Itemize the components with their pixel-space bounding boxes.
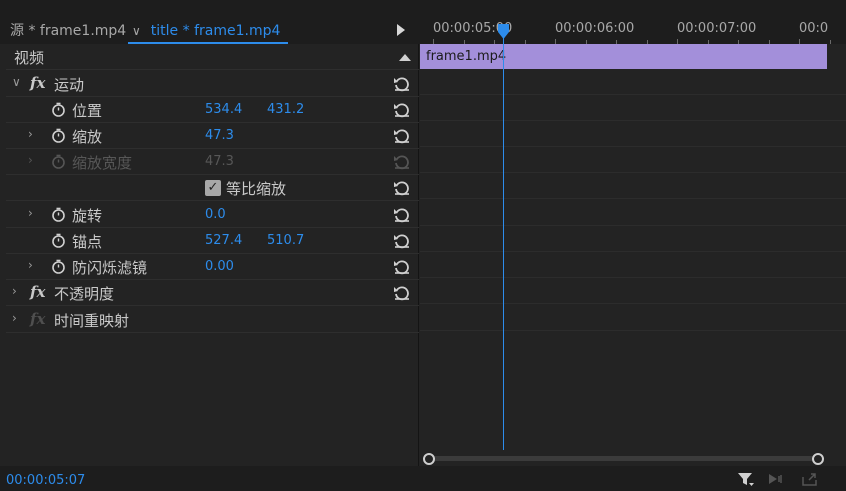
stopwatch-icon[interactable] <box>51 233 66 248</box>
chevron-right-icon[interactable]: › <box>12 284 17 298</box>
property-label: 旋转 <box>72 207 103 225</box>
chevron-down-icon[interactable]: ∨ <box>132 24 141 38</box>
property-row-rotation: › 旋转 0.0 <box>6 202 419 228</box>
export-icon <box>802 473 817 486</box>
position-y-value[interactable]: 431.2 <box>267 102 304 117</box>
property-row-anchor-point: 锚点 527.4 510.7 <box>6 228 419 254</box>
fx-icon[interactable]: fx <box>30 283 45 301</box>
ruler-label: 00:00:07:00 <box>677 21 757 36</box>
timeline-row <box>420 173 846 199</box>
tab-effect-controls-label: title * frame1.mp4 <box>150 23 281 39</box>
reset-icon[interactable] <box>392 126 412 144</box>
reset-icon[interactable] <box>392 257 412 275</box>
section-header-label: 视频 <box>14 49 45 67</box>
play-only-triangle-icon[interactable] <box>397 24 405 36</box>
play-audio-icon <box>769 474 782 484</box>
stopwatch-icon[interactable] <box>51 259 66 274</box>
effect-row-opacity[interactable]: › fx 不透明度 <box>6 280 419 306</box>
chevron-down-icon[interactable]: ∨ <box>12 75 21 89</box>
uniform-scale-checkbox[interactable]: ✓ <box>205 180 221 196</box>
timeline-clip[interactable]: frame1.mp4 <box>420 44 827 69</box>
tab-source[interactable]: 源 * frame1.mp4 <box>10 18 126 44</box>
timeline-row <box>420 95 846 121</box>
filter-icon[interactable] <box>737 471 755 487</box>
property-label: 缩放宽度 <box>72 154 133 172</box>
effect-row-motion[interactable]: ∨ fx 运动 <box>6 71 419 97</box>
property-label: 位置 <box>72 102 103 120</box>
timeline-row <box>420 278 846 304</box>
anti-flicker-value[interactable]: 0.00 <box>205 259 234 274</box>
playhead-handle[interactable] <box>497 23 510 40</box>
property-row-scale: › 缩放 47.3 <box>6 123 419 149</box>
scale-value[interactable]: 47.3 <box>205 128 234 143</box>
chevron-right-icon[interactable]: › <box>28 127 33 141</box>
anchor-x-value[interactable]: 527.4 <box>205 233 242 248</box>
playhead-line[interactable] <box>503 30 504 450</box>
timeline-row <box>420 121 846 147</box>
chevron-right-icon[interactable]: › <box>28 206 33 220</box>
effect-controls-properties: 视频 ∨ fx 运动 位置 534.4 431.2 › 缩放 47.3 › 缩放… <box>6 44 419 466</box>
timeline-row <box>420 200 846 226</box>
timeline-row <box>420 147 846 173</box>
stopwatch-icon[interactable] <box>51 207 66 222</box>
property-label: 缩放 <box>72 128 103 146</box>
property-row-position: 位置 534.4 431.2 <box>6 97 419 123</box>
anchor-y-value[interactable]: 510.7 <box>267 233 304 248</box>
property-row-anti-flicker: › 防闪烁滤镜 0.00 <box>6 254 419 280</box>
clip-name: frame1.mp4 <box>426 49 507 64</box>
property-label: 等比缩放 <box>226 180 287 198</box>
reset-icon[interactable] <box>392 205 412 223</box>
stopwatch-icon[interactable] <box>51 102 66 117</box>
timeline-row <box>420 252 846 278</box>
reset-icon[interactable] <box>392 100 412 118</box>
effect-label: 时间重映射 <box>54 312 130 330</box>
timeline-row <box>420 305 846 331</box>
property-label: 防闪烁滤镜 <box>72 259 148 277</box>
effect-timeline-area[interactable] <box>420 44 846 466</box>
scrollbar-track[interactable] <box>429 456 819 461</box>
reset-icon[interactable] <box>392 178 412 196</box>
rotation-value[interactable]: 0.0 <box>205 207 226 222</box>
scrollbar-left-handle[interactable] <box>423 453 435 465</box>
effect-row-time-remapping[interactable]: › fx 时间重映射 <box>6 307 419 333</box>
ruler-label: 00:0 <box>799 21 829 36</box>
stopwatch-icon[interactable] <box>51 128 66 143</box>
ruler-label: 00:00:06:00 <box>555 21 635 36</box>
collapse-up-icon[interactable] <box>399 54 411 61</box>
reset-icon[interactable] <box>392 231 412 249</box>
reset-icon[interactable] <box>392 74 412 92</box>
chevron-right-icon: › <box>28 153 33 167</box>
effect-label: 运动 <box>54 76 85 94</box>
effect-label: 不透明度 <box>54 285 115 303</box>
reset-icon <box>394 155 409 170</box>
scale-width-value: 47.3 <box>205 154 234 169</box>
reset-icon[interactable] <box>392 283 412 301</box>
chevron-right-icon[interactable]: › <box>12 311 17 325</box>
fx-icon[interactable]: fx <box>30 74 45 92</box>
timeline-row <box>420 69 846 95</box>
timeline-row <box>420 226 846 252</box>
fx-icon: fx <box>30 310 46 328</box>
current-timecode[interactable]: 00:00:05:07 <box>6 473 85 488</box>
property-row-uniform-scale: ✓ 等比缩放 <box>6 175 419 201</box>
stopwatch-icon <box>52 154 65 169</box>
property-row-scale-width: › 缩放宽度 47.3 <box>6 149 419 175</box>
chevron-right-icon[interactable]: › <box>28 258 33 272</box>
section-header-video[interactable]: 视频 <box>6 44 419 70</box>
position-x-value[interactable]: 534.4 <box>205 102 242 117</box>
panel-tab-bar: 源 * frame1.mp4 ∨ title * frame1.mp4 00:00… <box>0 0 846 44</box>
scrollbar-right-handle[interactable] <box>812 453 824 465</box>
timeline-zoom-scrollbar[interactable] <box>423 452 825 466</box>
property-label: 锚点 <box>72 233 103 251</box>
time-ruler[interactable]: 00:00:05:00 00:00:06:00 00:00:07:00 00:0 <box>420 18 846 44</box>
tab-effect-controls[interactable]: ∨ title * frame1.mp4 <box>132 18 280 44</box>
bottom-bar: 00:00:05:07 <box>0 466 846 491</box>
